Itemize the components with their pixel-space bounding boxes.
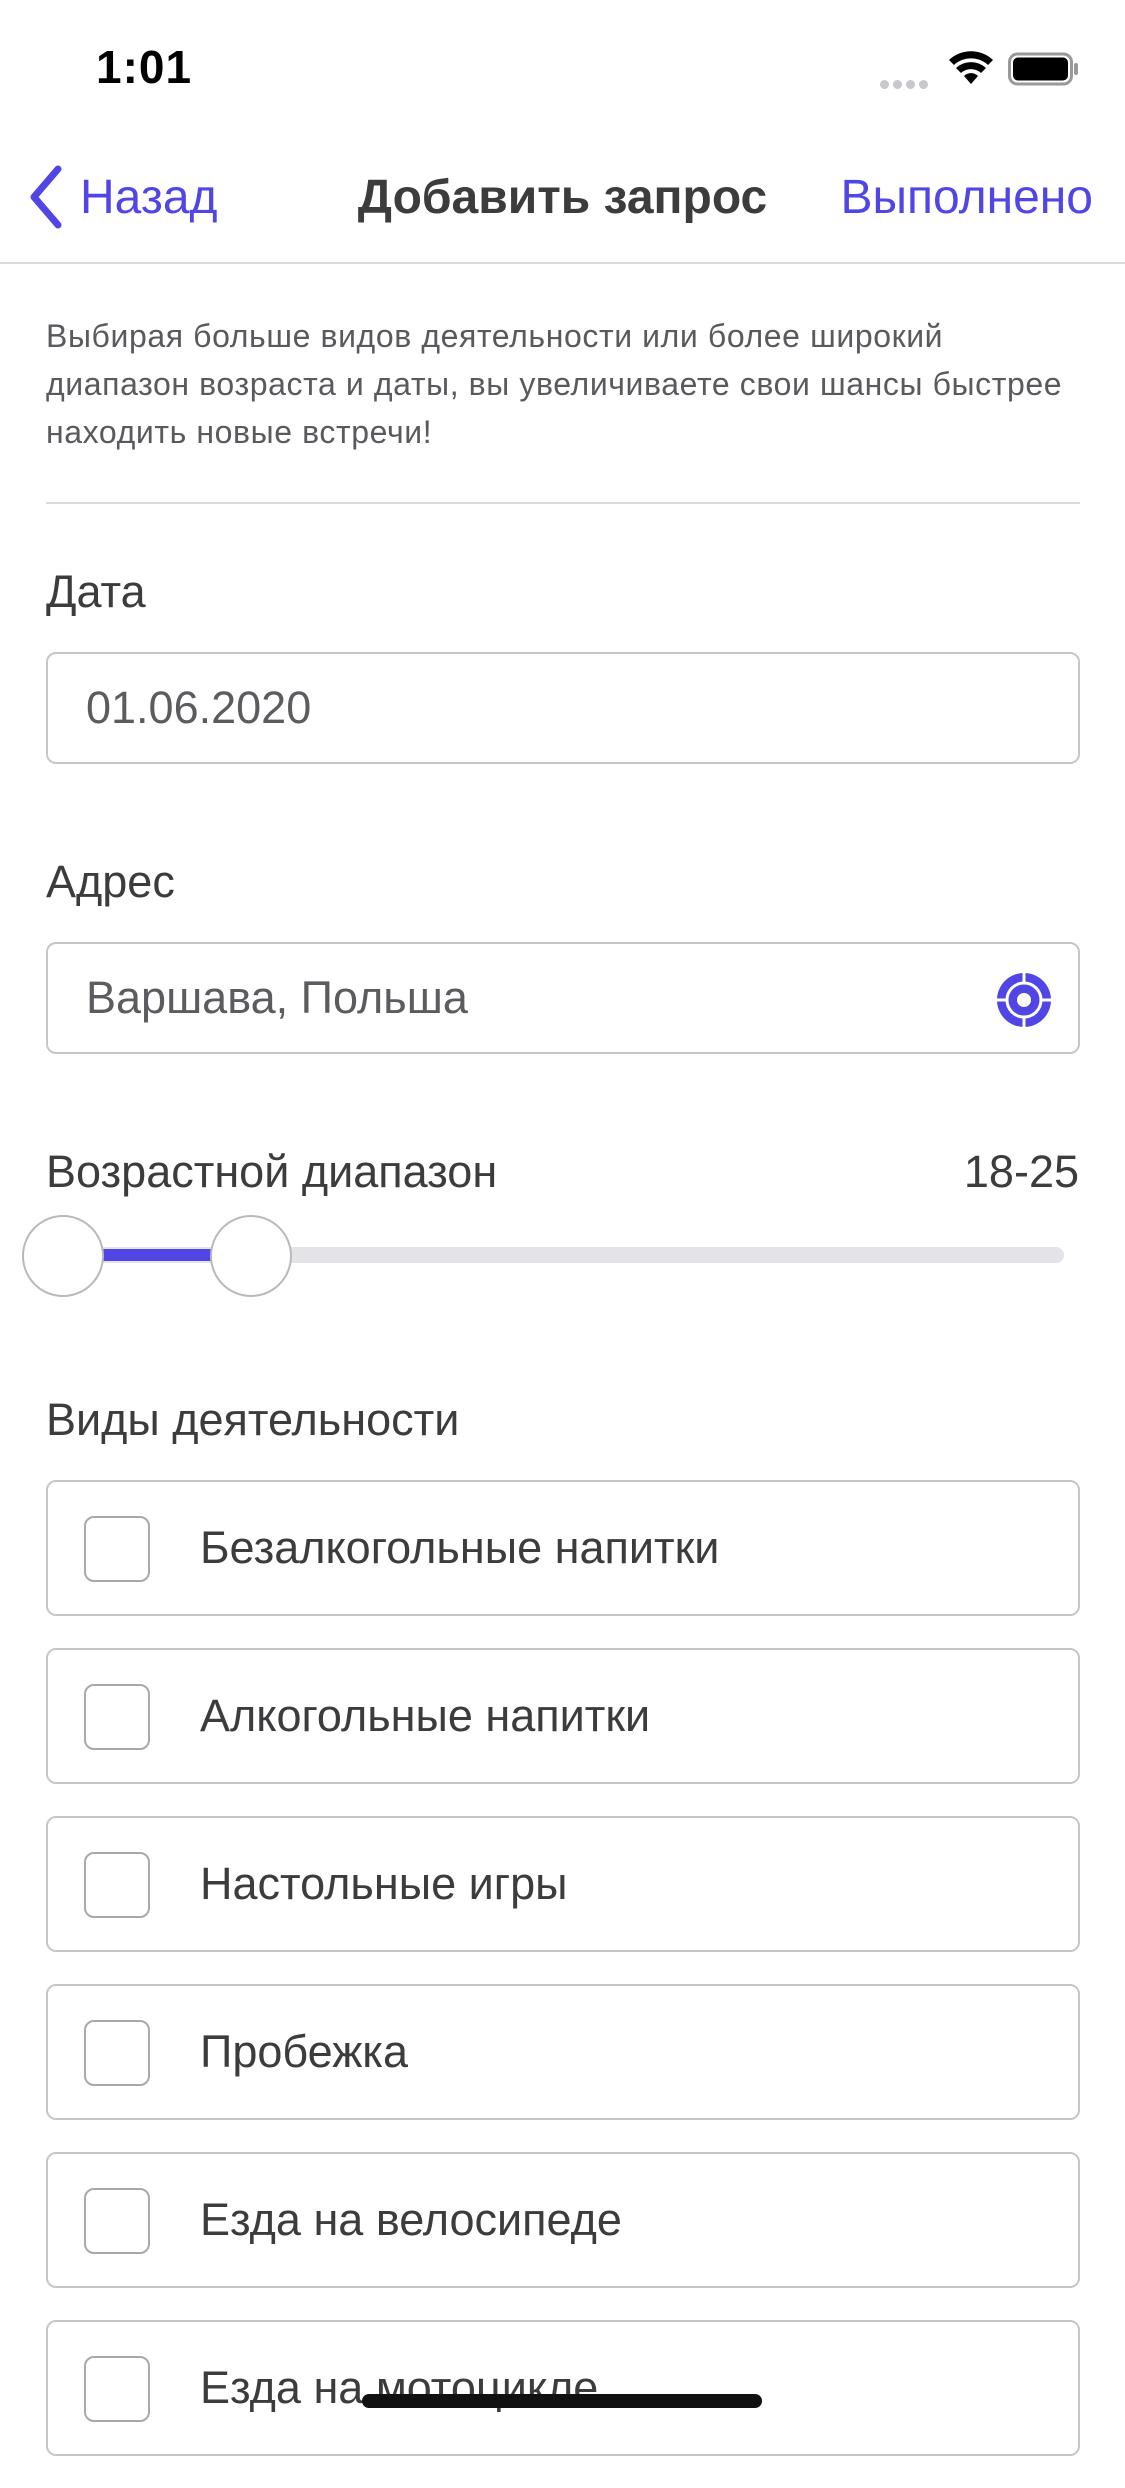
date-value: 01.06.2020 <box>86 682 312 733</box>
activity-label: Безалкогольные напитки <box>200 1522 720 1573</box>
address-field[interactable]: Варшава, Польша <box>46 942 1080 1054</box>
age-range-value: 18-25 <box>963 1146 1079 1197</box>
age-slider-max-thumb[interactable] <box>210 1215 292 1297</box>
activity-item[interactable]: Пробежка <box>46 1984 1080 2120</box>
activities-label: Виды деятельности <box>46 1394 460 1445</box>
navigation-bar: Назад Добавить запрос Выполнено <box>0 132 1125 264</box>
activity-list: Безалкогольные напитки Алкогольные напит… <box>46 1480 1080 2488</box>
activity-checkbox[interactable] <box>84 2188 150 2254</box>
age-slider-min-thumb[interactable] <box>22 1215 104 1297</box>
activity-label: Пробежка <box>200 2026 408 2077</box>
activity-checkbox[interactable] <box>84 2356 150 2422</box>
done-button[interactable]: Выполнено <box>840 170 1093 225</box>
activity-checkbox[interactable] <box>84 1684 150 1750</box>
activity-label: Настольные игры <box>200 1858 568 1909</box>
address-label: Адрес <box>46 856 175 907</box>
activity-item[interactable]: Настольные игры <box>46 1816 1080 1952</box>
date-field[interactable]: 01.06.2020 <box>46 652 1080 764</box>
age-range-label: Возрастной диапазон <box>46 1146 498 1197</box>
divider <box>46 502 1080 504</box>
status-bar: 1:01 <box>0 0 1125 132</box>
address-value: Варшава, Польша <box>86 972 468 1023</box>
activity-checkbox[interactable] <box>84 2020 150 2086</box>
status-time: 1:01 <box>96 41 193 93</box>
wifi-icon <box>949 51 993 84</box>
home-indicator <box>362 2394 762 2408</box>
activity-label: Езда на велосипеде <box>200 2194 622 2245</box>
activity-item[interactable]: Езда на велосипеде <box>46 2152 1080 2288</box>
signal-dots-icon <box>880 76 932 94</box>
activity-item[interactable]: Безалкогольные напитки <box>46 1480 1080 1616</box>
activity-checkbox[interactable] <box>84 1852 150 1918</box>
activity-checkbox[interactable] <box>84 1516 150 1582</box>
battery-icon <box>1008 52 1078 86</box>
activity-label: Алкогольные напитки <box>200 1690 651 1741</box>
activity-item[interactable]: Алкогольные напитки <box>46 1648 1080 1784</box>
location-target-icon[interactable] <box>996 972 1052 1028</box>
hint-text: Выбирая больше видов деятельности или бо… <box>46 318 1063 450</box>
date-label: Дата <box>46 566 146 617</box>
